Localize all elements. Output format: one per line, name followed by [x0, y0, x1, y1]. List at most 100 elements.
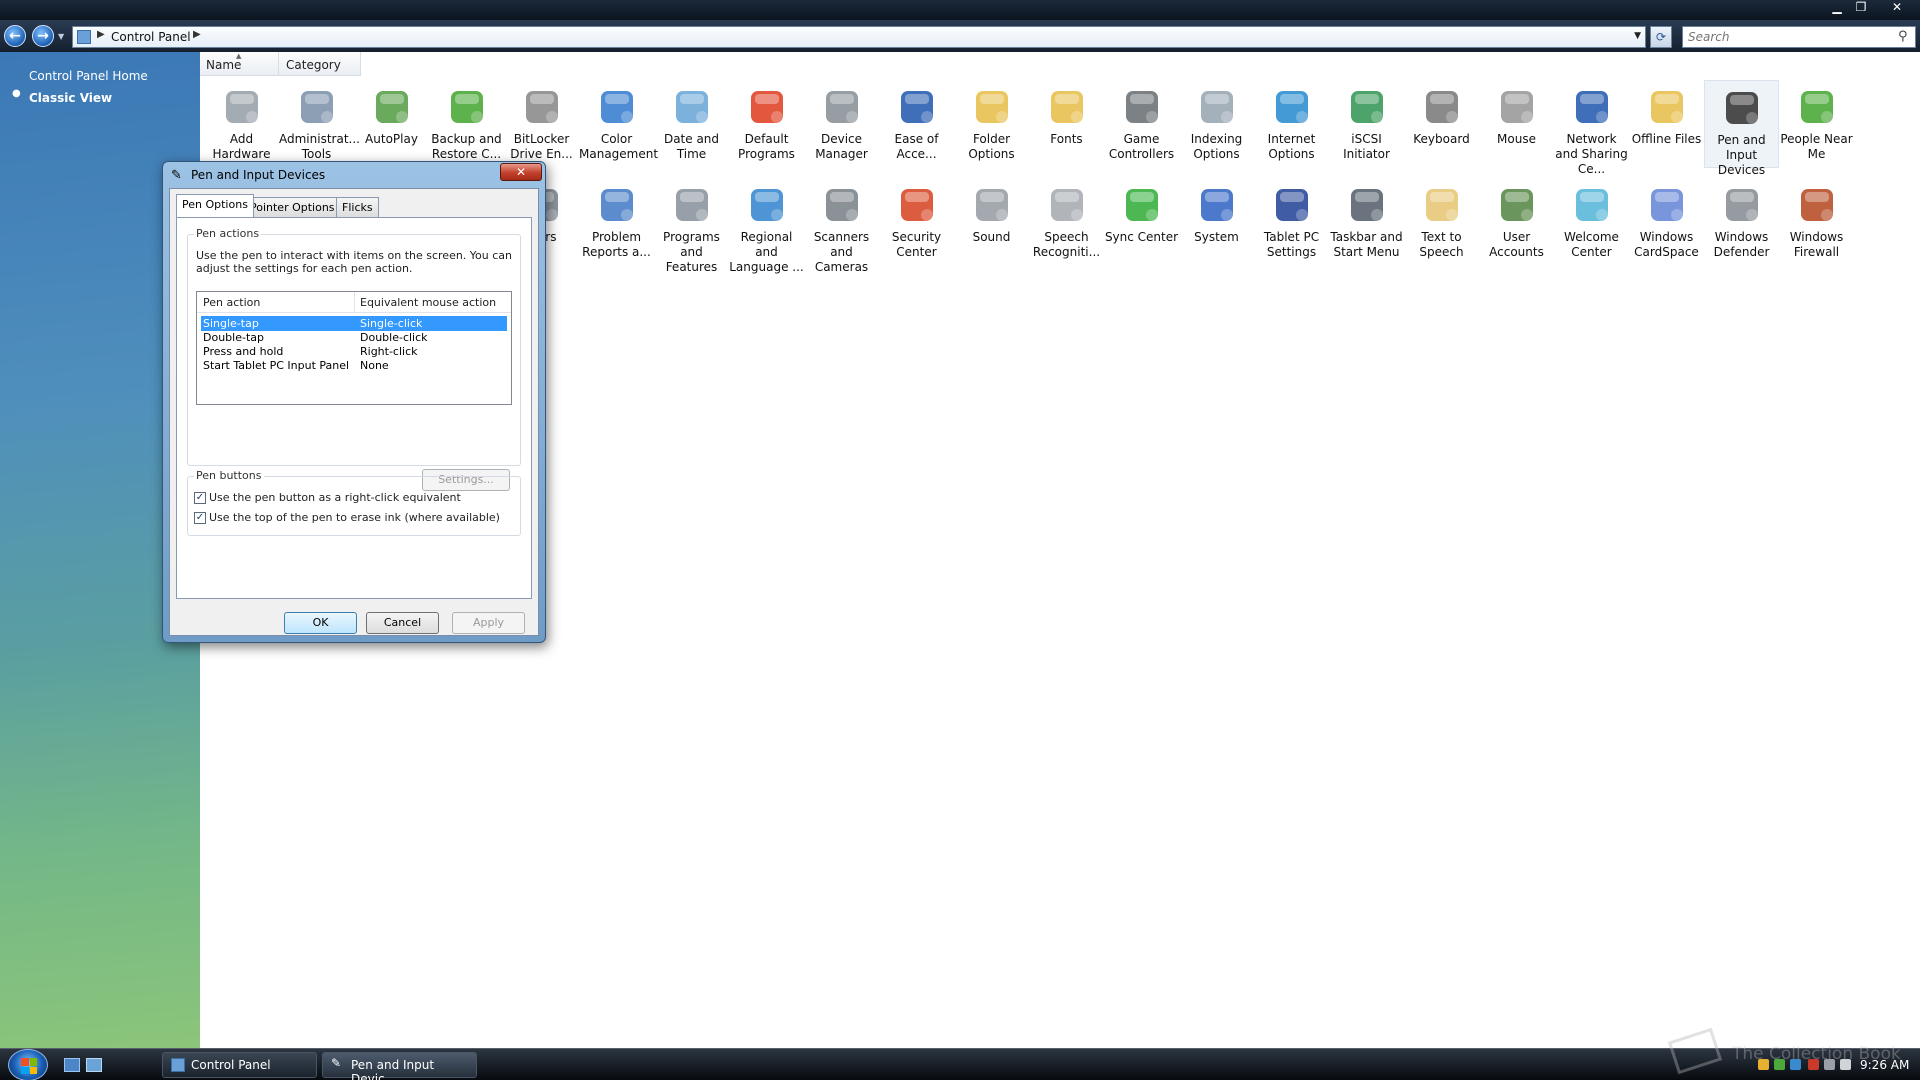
- column-divider[interactable]: [360, 52, 361, 76]
- dialog-close-button[interactable]: ✕: [500, 163, 542, 181]
- erase-ink-checkbox[interactable]: ✓: [194, 512, 206, 524]
- breadcrumb-separator-icon[interactable]: ▶: [193, 29, 201, 40]
- pen-options-panel: Pen actions Use the pen to interact with…: [176, 217, 532, 599]
- control-panel-item-label: Keyboard: [1413, 132, 1470, 146]
- pen-icon: ✎: [331, 1056, 342, 1070]
- switch-windows-icon[interactable]: [86, 1058, 102, 1072]
- control-panel-item-keyboard[interactable]: Keyboard: [1404, 80, 1479, 168]
- list-item[interactable]: Press and hold Right-click: [201, 344, 507, 359]
- list-header-mouse-action[interactable]: Equivalent mouse action: [360, 296, 496, 309]
- control-panel-item-sound[interactable]: Sound: [954, 178, 1029, 266]
- right-click-equivalent-label[interactable]: Use the pen button as a right-click equi…: [209, 491, 461, 504]
- control-panel-item-pen-input[interactable]: Pen and Input Devices: [1704, 80, 1779, 177]
- control-panel-item-programs-features[interactable]: Programs and Features: [654, 178, 729, 274]
- taskbar: Control Panel ✎ Pen and Input Devic... 9…: [0, 1048, 1920, 1080]
- forward-button[interactable]: →: [32, 25, 54, 47]
- control-panel-item-user-accounts[interactable]: User Accounts: [1479, 178, 1554, 266]
- control-panel-item-welcome-center[interactable]: Welcome Center: [1554, 178, 1629, 266]
- minimize-button[interactable]: ▁: [1824, 0, 1850, 16]
- control-panel-item-date-time[interactable]: Date and Time: [654, 80, 729, 168]
- list-header-divider[interactable]: [354, 292, 355, 312]
- taskbar-button-control-panel[interactable]: Control Panel: [162, 1052, 317, 1078]
- control-panel-item-defender[interactable]: Windows Defender: [1704, 178, 1779, 266]
- window-title-bar: ▁ ❐ ✕: [0, 0, 1920, 20]
- tab-pointer-options[interactable]: Pointer Options: [244, 197, 341, 217]
- list-item[interactable]: Double-tap Double-click: [201, 330, 507, 345]
- list-item[interactable]: Single-tap Single-click: [201, 316, 507, 331]
- list-header-pen-action[interactable]: Pen action: [203, 296, 260, 309]
- address-dropdown-icon[interactable]: ▼: [1634, 31, 1641, 41]
- control-panel-item-label: Security Center: [891, 230, 942, 259]
- control-panel-item-ease-access[interactable]: Ease of Acce...: [879, 80, 954, 168]
- control-panel-item-text-speech[interactable]: Text to Speech: [1404, 178, 1479, 266]
- control-panel-item-indexing[interactable]: Indexing Options: [1179, 80, 1254, 168]
- pen-icon: ✎: [171, 168, 182, 183]
- control-panel-item-fonts[interactable]: Fonts: [1029, 80, 1104, 168]
- cancel-button[interactable]: Cancel: [366, 612, 439, 634]
- refresh-button[interactable]: ⟳: [1650, 26, 1672, 48]
- apply-button[interactable]: Apply: [452, 612, 525, 634]
- control-panel-item-default-programs[interactable]: Default Programs: [729, 80, 804, 168]
- control-panel-item-cardspace[interactable]: Windows CardSpace: [1629, 178, 1704, 266]
- breadcrumb-control-panel[interactable]: Control Panel: [111, 30, 191, 44]
- search-input[interactable]: [1682, 26, 1916, 48]
- column-divider[interactable]: [278, 52, 279, 76]
- pen-actions-list[interactable]: Pen action Equivalent mouse action Singl…: [196, 291, 512, 405]
- recent-pages-dropdown[interactable]: ▼: [58, 32, 64, 41]
- erase-ink-option[interactable]: ✓ Use the top of the pen to erase ink (wh…: [194, 511, 500, 524]
- microphone-icon: [1044, 182, 1090, 228]
- sidebar-link-control-panel-home[interactable]: Control Panel Home: [29, 69, 148, 83]
- maximize-button[interactable]: ❐: [1848, 0, 1874, 16]
- control-panel-item-internet-options[interactable]: Internet Options: [1254, 80, 1329, 168]
- mouse-action-cell: Single-click: [360, 317, 423, 330]
- control-panel-item-label: Fonts: [1050, 132, 1083, 146]
- control-panel-item-autoplay[interactable]: AutoPlay: [354, 80, 429, 168]
- control-panel-item-add-hardware[interactable]: Add Hardware: [204, 80, 279, 168]
- address-field[interactable]: ▶ Control Panel ▶ ▼: [72, 26, 1646, 48]
- control-panel-item-bitlocker[interactable]: BitLocker Drive En...: [504, 80, 579, 168]
- column-header-category[interactable]: Category: [286, 58, 341, 72]
- control-panel-item-regional[interactable]: Regional and Language ...: [729, 178, 804, 274]
- right-click-equivalent-option[interactable]: ✓ Use the pen button as a right-click equ…: [194, 491, 461, 504]
- control-panel-item-sync-center[interactable]: Sync Center: [1104, 178, 1179, 266]
- control-panel-item-people-near-me[interactable]: People Near Me: [1779, 80, 1854, 168]
- control-panel-item-problem-reports[interactable]: Problem Reports a...: [579, 178, 654, 266]
- sidebar-link-classic-view[interactable]: Classic View: [29, 91, 112, 105]
- control-panel-item-security-center[interactable]: Security Center: [879, 178, 954, 266]
- tab-flicks[interactable]: Flicks: [336, 197, 379, 217]
- control-panel-item-admin-tools[interactable]: Administrat... Tools: [279, 80, 360, 168]
- start-button[interactable]: [8, 1049, 48, 1080]
- control-panel-item-speech[interactable]: Speech Recogniti...: [1029, 178, 1104, 266]
- control-panel-item-offline-files[interactable]: Offline Files: [1629, 80, 1704, 168]
- close-window-button[interactable]: ✕: [1880, 0, 1914, 16]
- control-panel-item-network[interactable]: Network and Sharing Ce...: [1554, 80, 1629, 176]
- tab-pen-options[interactable]: Pen Options: [176, 194, 254, 217]
- list-item[interactable]: Start Tablet PC Input Panel None: [201, 358, 507, 373]
- watermark-text: The Collection Book: [1732, 1044, 1901, 1064]
- breadcrumb-separator-icon[interactable]: ▶: [97, 29, 105, 40]
- back-button[interactable]: ←: [4, 25, 26, 47]
- default-programs-icon: [744, 84, 790, 130]
- control-panel-item-firewall[interactable]: Windows Firewall: [1779, 178, 1854, 266]
- control-panel-item-iscsi[interactable]: iSCSI Initiator: [1329, 80, 1404, 168]
- control-panel-item-device-manager[interactable]: Device Manager: [804, 80, 879, 168]
- control-panel-item-label: Pen and Input Devices: [1717, 133, 1766, 177]
- ok-button[interactable]: OK: [284, 612, 357, 634]
- search-icon[interactable]: ⚲: [1898, 29, 1908, 44]
- offline-files-icon: [1644, 84, 1690, 130]
- dialog-title: Pen and Input Devices: [191, 168, 326, 182]
- control-panel-item-backup[interactable]: Backup and Restore C...: [429, 80, 504, 168]
- column-header-name[interactable]: Name: [206, 58, 241, 72]
- control-panel-item-scanners[interactable]: Scanners and Cameras: [804, 178, 879, 274]
- taskbar-button-pen-input-devices[interactable]: ✎ Pen and Input Devic...: [322, 1052, 477, 1080]
- erase-ink-label[interactable]: Use the top of the pen to erase ink (whe…: [209, 511, 500, 524]
- control-panel-item-mouse[interactable]: Mouse: [1479, 80, 1554, 168]
- control-panel-item-folder-options[interactable]: Folder Options: [954, 80, 1029, 168]
- control-panel-item-game-controllers[interactable]: Game Controllers: [1104, 80, 1179, 168]
- control-panel-item-tablet-pc[interactable]: Tablet PC Settings: [1254, 178, 1329, 266]
- show-desktop-icon[interactable]: [64, 1058, 80, 1072]
- control-panel-item-taskbar-start[interactable]: Taskbar and Start Menu: [1329, 178, 1404, 266]
- right-click-equivalent-checkbox[interactable]: ✓: [194, 492, 206, 504]
- control-panel-item-color-mgmt[interactable]: Color Management: [579, 80, 658, 168]
- control-panel-item-system[interactable]: System: [1179, 178, 1254, 266]
